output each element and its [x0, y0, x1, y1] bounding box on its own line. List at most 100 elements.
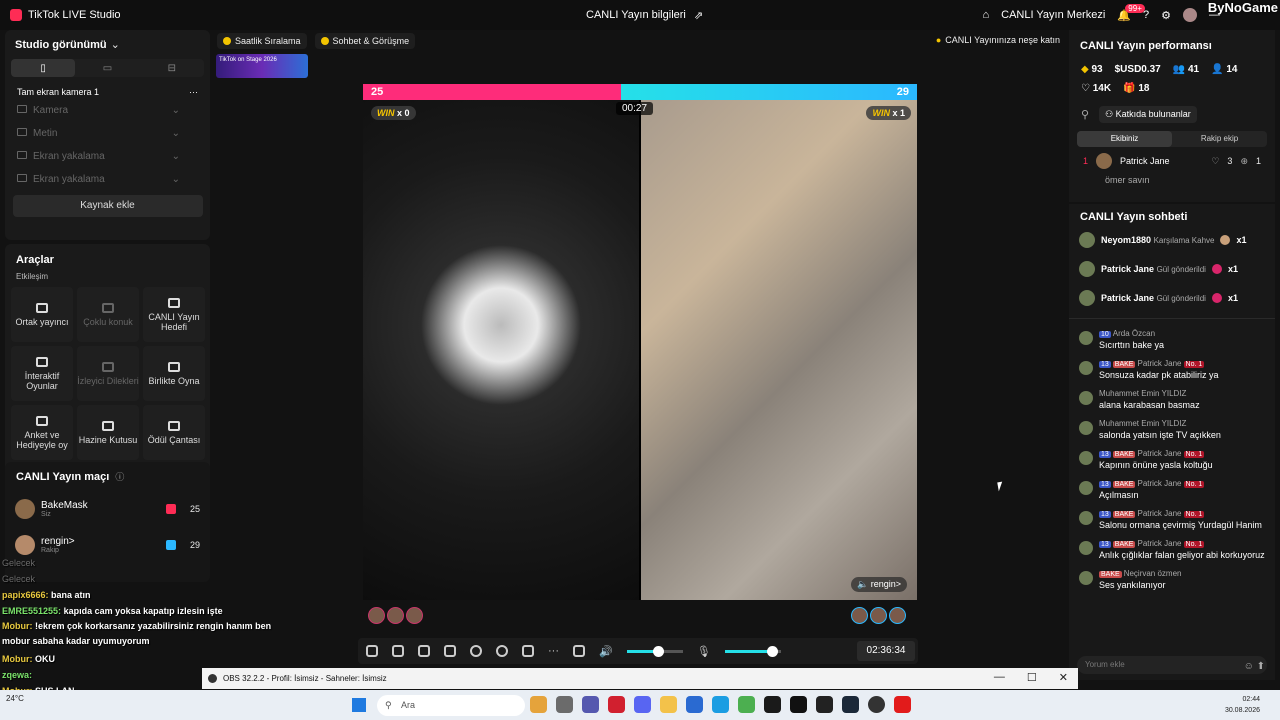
avatar[interactable]: [1183, 8, 1197, 22]
source-group[interactable]: Tam ekran kamera 1 ···: [5, 77, 210, 99]
record-icon[interactable]: [470, 645, 482, 657]
avatar[interactable]: [889, 607, 906, 624]
layout-icon[interactable]: [392, 645, 404, 657]
user-settings-icon[interactable]: ⚲: [1081, 108, 1089, 121]
fun-hint[interactable]: ● CANLI Yayınınıza neşe katın: [936, 35, 1060, 45]
chat-username: Muhammet Emin YILDIZ: [1099, 419, 1187, 428]
avatar[interactable]: [1079, 481, 1093, 495]
settings-icon[interactable]: ⚙: [1161, 9, 1171, 22]
source-item[interactable]: Metin ⌄: [5, 122, 210, 145]
tool-viewer-wishes[interactable]: İzleyici Dilekleri: [77, 346, 139, 401]
avatar[interactable]: [1079, 541, 1093, 555]
emoji-icon[interactable]: ☺ ⬆: [1244, 661, 1265, 672]
source-item[interactable]: Kamera ⌄: [5, 99, 210, 122]
opera-icon[interactable]: [608, 696, 625, 713]
mic-icon[interactable]: 🎙: [697, 645, 711, 658]
add-icon[interactable]: [444, 645, 456, 657]
folder-icon[interactable]: [660, 696, 677, 713]
discord-icon[interactable]: [634, 696, 651, 713]
mic-slider[interactable]: [724, 645, 781, 657]
win-badge-right: WIN x 1: [866, 106, 911, 120]
notification-icon[interactable]: 🔔 99+: [1117, 3, 1145, 22]
video-icon[interactable]: [522, 645, 534, 657]
tool-games[interactable]: İnteraktif Oyunlar: [11, 346, 73, 401]
equalizer-icon[interactable]: [573, 645, 585, 657]
avatar[interactable]: [1079, 421, 1093, 435]
right-panel: CANLI Yayın performansı ◆ 93 $USD0.37 👥 …: [1069, 30, 1275, 680]
view-portrait[interactable]: ▯: [11, 59, 76, 77]
tool-reward-bag[interactable]: Ödül Çantası: [143, 405, 205, 460]
avatar[interactable]: [870, 607, 887, 624]
avatar[interactable]: [1079, 361, 1093, 375]
source-item[interactable]: Ekran yakalama ⌄: [5, 145, 210, 168]
info-icon[interactable]: ⓘ: [115, 470, 124, 483]
hourly-ranking-button[interactable]: Saatlik Sıralama: [217, 33, 307, 49]
tool-poll[interactable]: Anket ve Hediyeyle oy: [11, 405, 73, 460]
live-center-button[interactable]: CANLI Yayın Merkezi: [1001, 9, 1105, 21]
avatar[interactable]: [1079, 571, 1093, 585]
obs-window-bar[interactable]: OBS 32.2.2 - Profil: İsimsiz - Sahneler:…: [202, 668, 1078, 689]
taskbar-search[interactable]: ⚲ Ara: [377, 695, 525, 716]
edge-icon[interactable]: [712, 696, 729, 713]
magic-icon[interactable]: [366, 645, 378, 657]
tab-your-team[interactable]: Ekibiniz: [1077, 131, 1172, 147]
chat-username: Patrick Jane: [1137, 539, 1182, 548]
chrome-icon[interactable]: [530, 696, 547, 713]
promo-banner[interactable]: TikTok on Stage 2026: [216, 54, 308, 78]
weather-widget[interactable]: 24°C: [6, 694, 24, 703]
live-info-button[interactable]: CANLI Yayın bilgileri ⇗: [586, 9, 703, 22]
obs-icon[interactable]: [868, 696, 885, 713]
chat-text: Kapının önüne yasla koltuğu: [1099, 460, 1213, 470]
steam-icon[interactable]: [842, 696, 859, 713]
tiktok-icon[interactable]: [790, 696, 807, 713]
tool-play-together[interactable]: Birlikte Oyna: [143, 346, 205, 401]
mail-icon[interactable]: [686, 696, 703, 713]
volume-slider[interactable]: [626, 645, 683, 657]
avatar[interactable]: [1079, 451, 1093, 465]
youtube-icon[interactable]: [894, 696, 911, 713]
chat-meeting-button[interactable]: Sohbet & Görüşme: [314, 33, 416, 49]
capcut-icon[interactable]: [816, 696, 833, 713]
avatar[interactable]: [1079, 331, 1093, 345]
score-icon: [165, 540, 176, 550]
app-icon[interactable]: [764, 696, 781, 713]
avatar[interactable]: [406, 607, 423, 624]
view-landscape[interactable]: ▭: [75, 59, 139, 77]
tool-co-host[interactable]: Ortak yayıncı: [11, 287, 73, 342]
studio-view-dropdown[interactable]: Studio görünümü ⌄: [5, 30, 210, 59]
diamond-stat: ◆ 93: [1081, 64, 1103, 75]
avatar[interactable]: [368, 607, 385, 624]
source-item[interactable]: Ekran yakalama ⌄: [5, 168, 210, 191]
system-tray[interactable]: 02:44 30.08.2026: [1225, 694, 1260, 716]
minimize-button[interactable]: —: [994, 671, 1005, 684]
store-icon[interactable]: [556, 696, 573, 713]
avatar[interactable]: [851, 607, 868, 624]
windows-start-icon[interactable]: [352, 698, 366, 712]
level-badge: 13: [1099, 451, 1111, 458]
tool-live-goal[interactable]: CANLI Yayın Hedefi: [143, 287, 205, 342]
contributors-button[interactable]: ⚇ Katkıda bulunanlar: [1099, 106, 1197, 123]
comment-input[interactable]: Yorum ekle: [1077, 656, 1267, 674]
chrome-icon[interactable]: [738, 696, 755, 713]
clock-time: 02:44: [1242, 696, 1260, 703]
view-split[interactable]: ⊟: [140, 59, 204, 77]
overlay-chat-line: papix6666: bana atın: [2, 590, 91, 600]
maximize-button[interactable]: ☐: [1027, 671, 1037, 684]
teams-icon[interactable]: [582, 696, 599, 713]
focus-icon[interactable]: [496, 645, 508, 657]
tool-treasure-box[interactable]: Hazine Kutusu: [77, 405, 139, 460]
avatar[interactable]: [1079, 391, 1093, 405]
add-source-button[interactable]: Kaynak ekle: [12, 195, 203, 217]
tab-opponent-team[interactable]: Rakip ekip: [1172, 131, 1267, 147]
chat-username: Patrick Jane: [1137, 359, 1182, 368]
volume-icon[interactable]: 🔊: [599, 645, 613, 658]
close-button[interactable]: ✕: [1059, 671, 1068, 684]
more-icon[interactable]: ···: [548, 645, 559, 657]
screenshot-icon[interactable]: [418, 645, 430, 657]
opponent-name-tag[interactable]: 🔈 rengin>: [850, 577, 907, 592]
more-icon[interactable]: ···: [189, 87, 198, 97]
avatar[interactable]: [387, 607, 404, 624]
tool-multi-guest[interactable]: Çoklu konuk: [77, 287, 139, 342]
chat-text: Sonsuza kadar pk atabiliriz ya: [1099, 370, 1219, 380]
avatar[interactable]: [1079, 511, 1093, 525]
